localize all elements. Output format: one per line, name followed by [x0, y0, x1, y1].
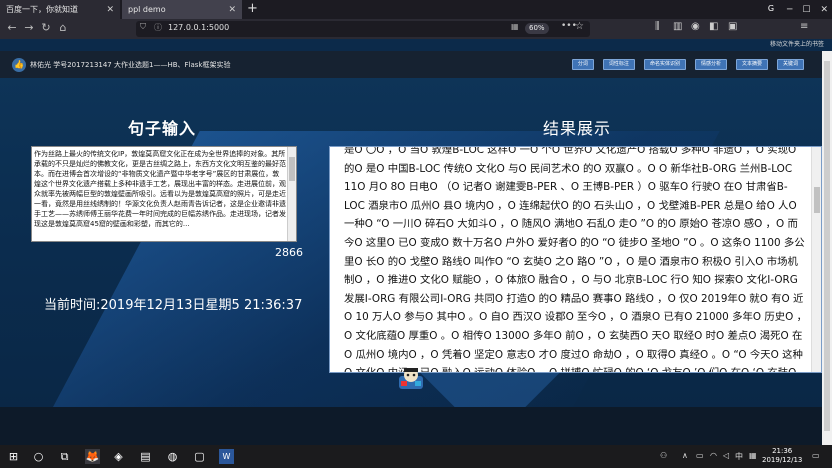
- terminal-icon[interactable]: ▢: [192, 449, 207, 464]
- new-tab-button[interactable]: +: [247, 1, 258, 16]
- result-text: 是O 〇O ，O 当O 敦煌B-LOC 这样O 一O 个O 世界O 文化遗产O …: [344, 146, 807, 372]
- notification-icon[interactable]: ▭: [812, 451, 820, 460]
- shield-icon[interactable]: ⛉: [140, 22, 146, 32]
- page-scrollbar[interactable]: [822, 51, 832, 445]
- user-avatar-icon: 👍: [12, 58, 26, 72]
- sentence-input[interactable]: 作为丝路上最火的传统文化IP，敦煌莫高窟文化正在成为全世界追捧的对象。其所承载的…: [31, 146, 297, 242]
- tray-battery-icon[interactable]: ▭: [696, 451, 704, 460]
- nav-button-segment[interactable]: 分词: [571, 59, 594, 70]
- library-icon[interactable]: ⫼: [655, 21, 660, 32]
- result-output[interactable]: 是O 〇O ，O 当O 敦煌B-LOC 这样O 一O 个O 世界O 文化遗产O …: [329, 146, 822, 373]
- info-icon[interactable]: ⓘ: [154, 22, 162, 33]
- nav-button-pos-tag[interactable]: 词性标注: [602, 59, 635, 70]
- result-scrollbar[interactable]: [811, 147, 821, 372]
- feature-nav: 分词 词性标注 命名实体识别 情感分析 文本摘要 关键词: [571, 59, 804, 70]
- task-view-icon[interactable]: ⧉: [57, 449, 72, 464]
- search-icon[interactable]: ○: [31, 449, 46, 464]
- current-time: 当前时间:2019年12月13日星期5 21:36:37: [44, 298, 303, 313]
- page-scroll-thumb[interactable]: [824, 61, 830, 431]
- nav-button-summary[interactable]: 文本摘要: [735, 59, 768, 70]
- chrome-icon[interactable]: ◍: [165, 449, 180, 464]
- mascot-logo-icon: [399, 368, 423, 389]
- site-footer: [0, 407, 822, 445]
- sidebar-icon[interactable]: ▥: [673, 21, 682, 32]
- profile-badge-icon[interactable]: G: [764, 2, 778, 16]
- input-scrollbar[interactable]: [287, 147, 296, 241]
- extension-icon[interactable]: ◧: [709, 21, 718, 32]
- maximize-icon[interactable]: ☐: [802, 5, 810, 15]
- tab-label: ppl demo: [128, 5, 166, 14]
- word-icon[interactable]: W: [219, 449, 234, 464]
- zoom-level[interactable]: 60%: [525, 23, 549, 34]
- close-tab-icon[interactable]: ✕: [228, 5, 236, 15]
- bookmark-star-icon[interactable]: ☆: [575, 21, 584, 32]
- char-count: 2866: [275, 246, 303, 259]
- forward-icon[interactable]: →: [22, 21, 36, 35]
- clock-date: 2019/12/13: [762, 456, 803, 464]
- close-tab-icon[interactable]: ✕: [106, 5, 114, 15]
- browser-tab-strip: 百度一下，你就知道 ✕ ppl demo ✕ + G ─ ☐ ✕: [0, 0, 832, 19]
- taskbar-clock[interactable]: 21:36 2019/12/13: [762, 447, 802, 465]
- clock-time: 21:36: [772, 447, 793, 455]
- nav-button-keywords[interactable]: 关键词: [776, 59, 804, 70]
- url-text[interactable]: 127.0.0.1:5000: [168, 23, 229, 32]
- close-window-icon[interactable]: ✕: [820, 5, 828, 15]
- tray-chevron-icon[interactable]: ∧: [682, 451, 688, 460]
- tray-volume-icon[interactable]: ◁: [723, 451, 729, 460]
- bookmark-notice: 移动文件夹上的书签: [770, 41, 825, 48]
- input-scroll-thumb[interactable]: [289, 157, 295, 181]
- window-controls: ─ ☐ ✕: [787, 0, 828, 19]
- nav-button-ner[interactable]: 命名实体识别: [643, 59, 686, 70]
- nav-button-sentiment[interactable]: 情感分析: [694, 59, 727, 70]
- account-icon[interactable]: ◉: [691, 21, 700, 32]
- screenshot-icon[interactable]: ▣: [728, 21, 737, 32]
- home-icon[interactable]: ⌂: [56, 21, 70, 35]
- file-explorer-icon[interactable]: ▤: [138, 449, 153, 464]
- hamburger-menu-icon[interactable]: ≡: [800, 21, 808, 32]
- tray-people-icon[interactable]: ⚇: [660, 451, 667, 460]
- windows-taskbar: ⊞ ○ ⧉ 🦊 ◈ ▤ ◍ ▢ W ⚇ ∧ ▭ ◠ ◁ 中 ▦ 21:36 20…: [0, 445, 832, 468]
- result-scroll-thumb[interactable]: [814, 187, 820, 213]
- minimize-icon[interactable]: ─: [787, 5, 792, 15]
- back-icon[interactable]: ←: [5, 21, 19, 35]
- tray-keyboard-icon[interactable]: ▦: [749, 451, 757, 460]
- windows-start-icon[interactable]: ⊞: [6, 449, 21, 464]
- input-lang[interactable]: 中: [735, 451, 743, 462]
- app-icon[interactable]: ◈: [111, 449, 126, 464]
- result-heading: 结果展示: [543, 119, 612, 138]
- sentence-input-text[interactable]: 作为丝路上最火的传统文化IP，敦煌莫高窟文化正在成为全世界追捧的对象。其所承载的…: [34, 149, 286, 229]
- input-heading: 句子输入: [128, 119, 197, 138]
- tab-ppl-demo[interactable]: ppl demo ✕: [122, 0, 242, 19]
- site-header: 👍 林佑光 学号2017213147 大作业选题1——HB、Flask框架实验 …: [0, 51, 822, 78]
- firefox-icon[interactable]: 🦊: [85, 449, 100, 464]
- reload-icon[interactable]: ↻: [39, 21, 53, 35]
- tab-baidu[interactable]: 百度一下，你就知道 ✕: [0, 0, 120, 19]
- reader-view-icon[interactable]: ▦: [511, 22, 519, 31]
- tray-wifi-icon[interactable]: ◠: [710, 451, 717, 460]
- tab-label: 百度一下，你就知道: [6, 5, 78, 14]
- student-info: 林佑光 学号2017213147 大作业选题1——HB、Flask框架实验: [30, 61, 231, 69]
